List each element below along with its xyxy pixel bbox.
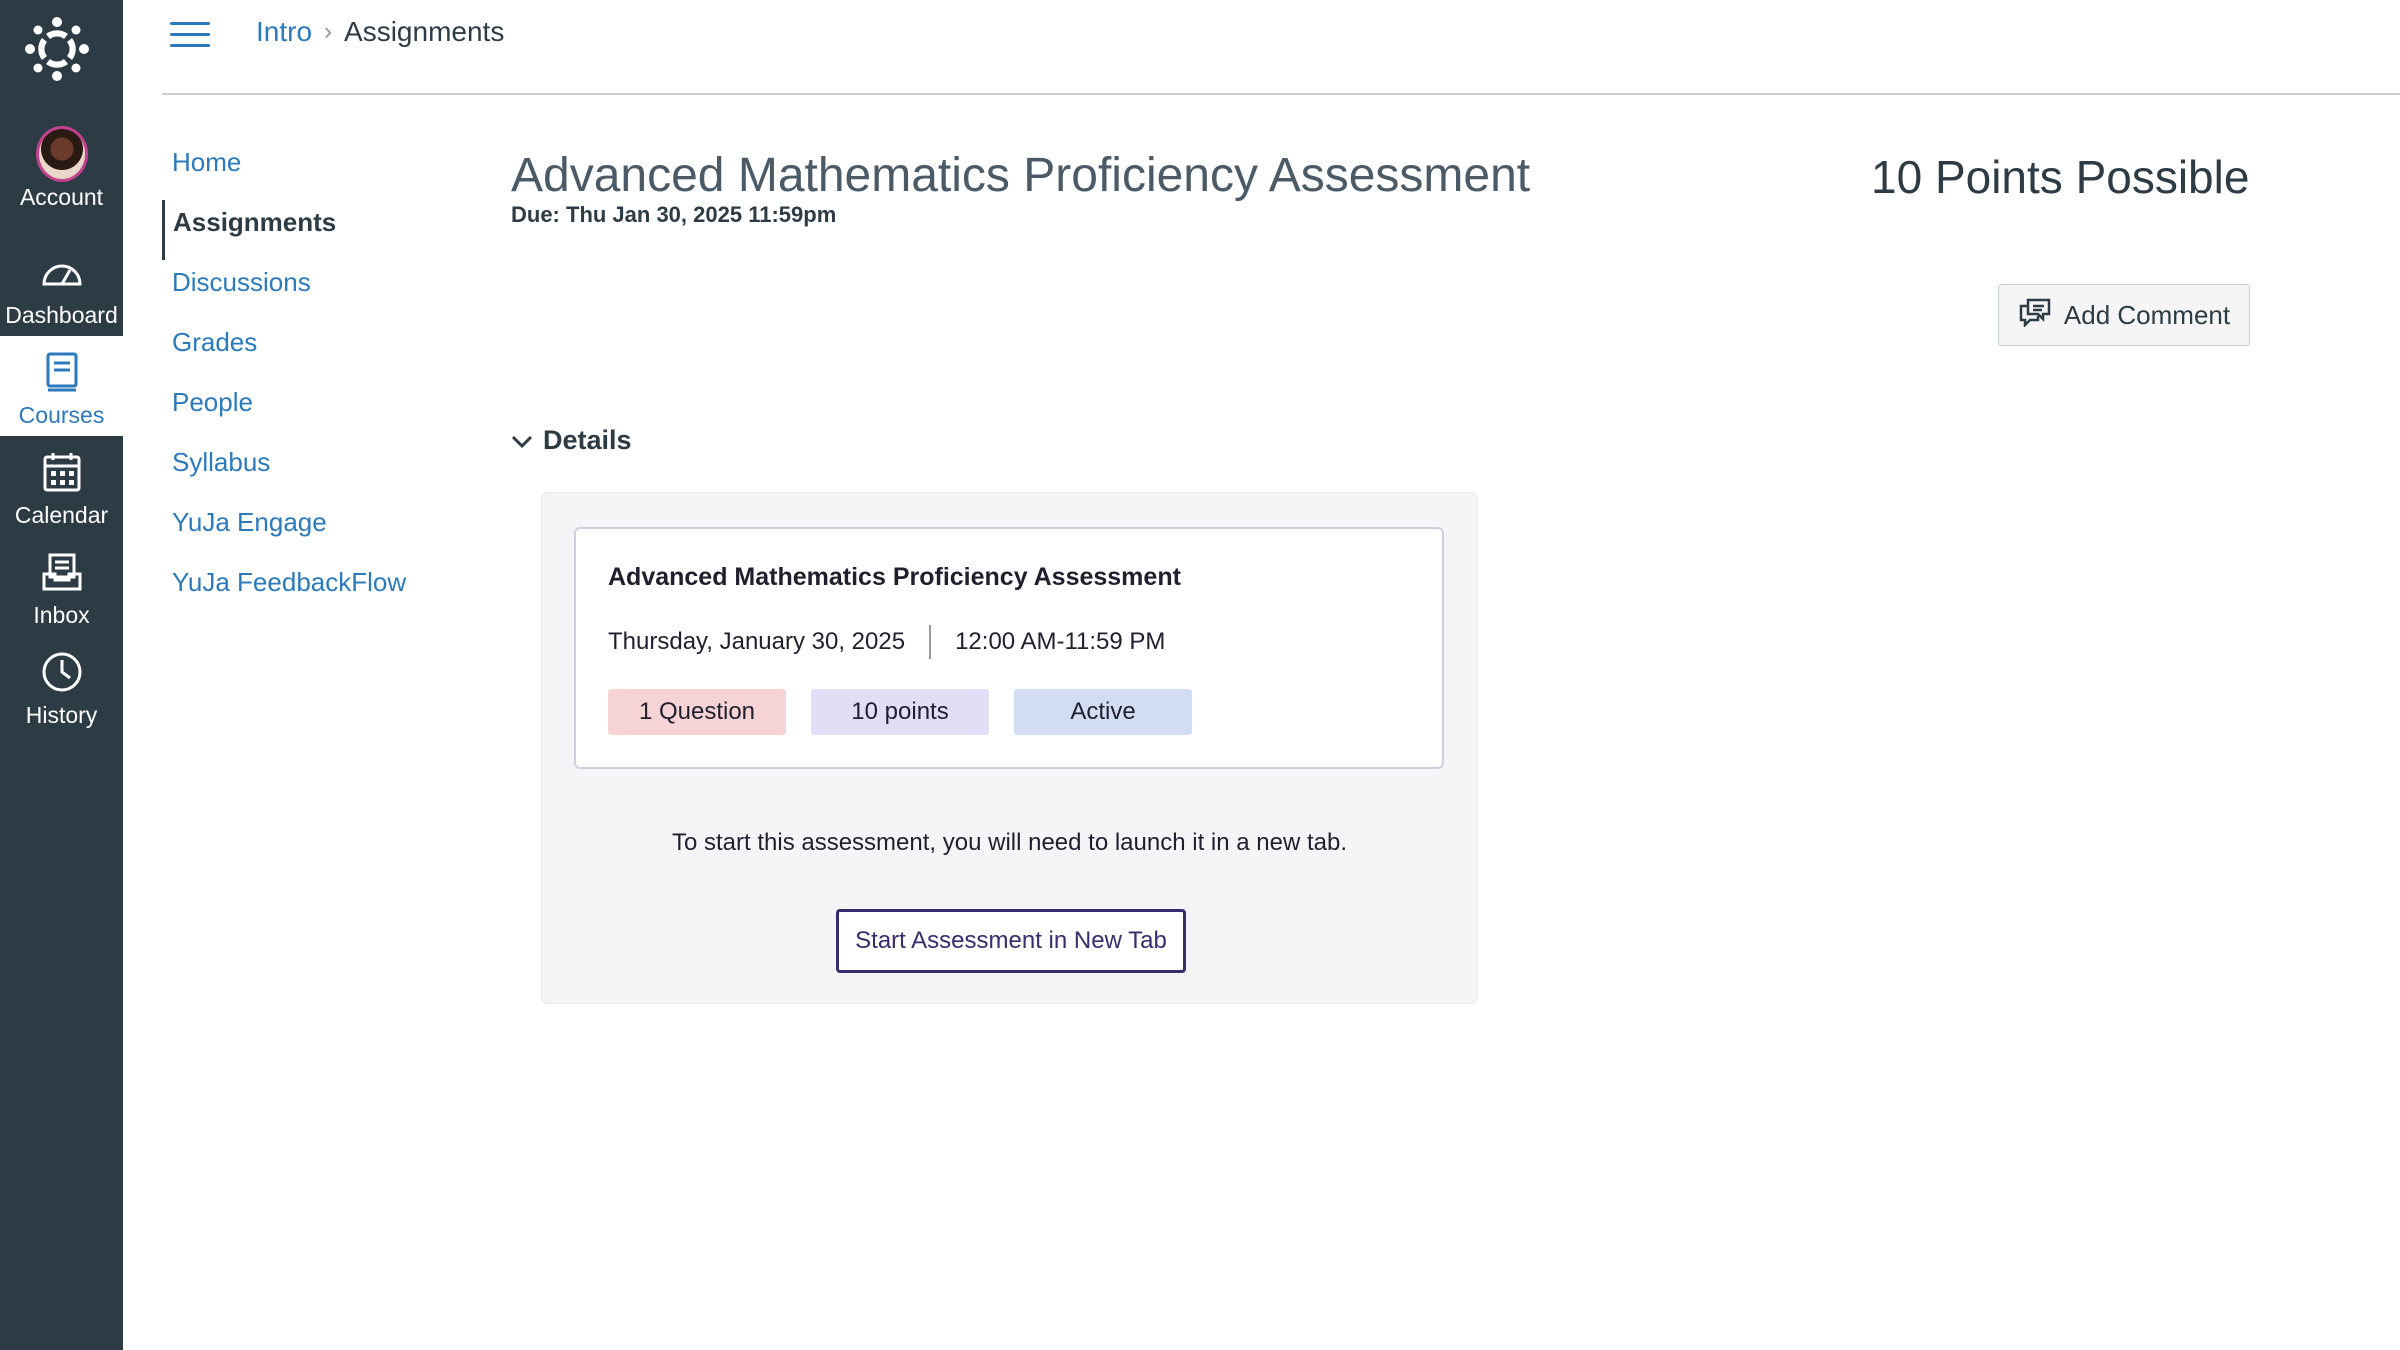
breadcrumb-current[interactable]: Assignments (344, 16, 504, 48)
nav-dashboard-label: Dashboard (5, 302, 118, 328)
status-badge: Active (1014, 689, 1192, 735)
canvas-logo-icon[interactable] (18, 10, 96, 88)
assignment-due-date: Due: Thu Jan 30, 2025 11:59pm (511, 202, 837, 227)
nav-courses-label: Courses (18, 402, 105, 428)
nav-inbox[interactable]: Inbox (0, 536, 123, 636)
calendar-icon (36, 446, 88, 498)
nav-history[interactable]: History (0, 636, 123, 736)
nav-inbox-label: Inbox (33, 602, 90, 628)
points-possible: 10 Points Possible (1871, 151, 2250, 203)
assessment-info-card: Advanced Mathematics Proficiency Assessm… (574, 527, 1444, 769)
nav-history-label: History (25, 702, 98, 728)
inbox-icon (36, 546, 88, 598)
assessment-date: Thursday, January 30, 2025 (608, 628, 906, 655)
comment-icon (2018, 297, 2052, 334)
yuja-assessment-panel: Advanced Mathematics Proficiency Assessm… (541, 492, 1478, 1004)
assessment-date-row: Thursday, January 30, 2025 12:00 AM-11:5… (608, 625, 1165, 659)
nav-dashboard[interactable]: Dashboard (0, 236, 123, 336)
assessment-time: 12:00 AM-11:59 PM (955, 628, 1166, 655)
questions-badge: 1 Question (608, 689, 786, 735)
course-nav-syllabus[interactable]: Syllabus (162, 440, 462, 500)
points-badge: 10 points (811, 689, 989, 735)
course-nav-yuja-feedbackflow[interactable]: YuJa FeedbackFlow (162, 560, 462, 620)
nav-account-label: Account (19, 184, 104, 210)
assessment-badges: 1 Question 10 points Active (608, 689, 1192, 735)
breadcrumb-course-link[interactable]: Intro (256, 16, 312, 48)
add-comment-button[interactable]: Add Comment (1998, 284, 2250, 346)
course-nav-yuja-engage[interactable]: YuJa Engage (162, 500, 462, 560)
course-nav-people[interactable]: People (162, 380, 462, 440)
date-divider (929, 625, 932, 659)
start-assessment-button[interactable]: Start Assessment in New Tab (836, 909, 1186, 973)
course-nav: Home Assignments Discussions Grades Peop… (162, 140, 462, 620)
add-comment-label: Add Comment (2063, 299, 2231, 330)
courses-icon (36, 346, 88, 398)
hamburger-menu-icon[interactable] (170, 22, 210, 52)
details-label: Details (543, 425, 632, 455)
avatar (35, 126, 88, 182)
course-nav-grades[interactable]: Grades (162, 320, 462, 380)
page-header: Intro › Assignments (162, 0, 2400, 95)
assessment-card-title: Advanced Mathematics Proficiency Assessm… (608, 563, 1181, 591)
nav-account[interactable]: Account (0, 118, 123, 218)
details-toggle[interactable]: Details (511, 425, 632, 456)
global-nav: Account Dashboard Courses Calendar Inbox… (0, 0, 123, 1350)
chevron-down-icon (511, 425, 533, 456)
nav-calendar[interactable]: Calendar (0, 436, 123, 536)
nav-calendar-label: Calendar (14, 502, 109, 528)
breadcrumb: Intro › Assignments (256, 16, 504, 48)
course-nav-discussions[interactable]: Discussions (162, 260, 462, 320)
course-nav-home[interactable]: Home (162, 140, 462, 200)
launch-instructions: To start this assessment, you will need … (671, 829, 1347, 856)
dashboard-icon (36, 246, 88, 298)
nav-courses[interactable]: Courses (0, 336, 123, 436)
course-nav-assignments[interactable]: Assignments (162, 200, 462, 260)
assignment-title: Advanced Mathematics Proficiency Assessm… (511, 149, 1531, 202)
breadcrumb-separator-icon: › (324, 18, 333, 45)
history-icon (36, 646, 88, 698)
